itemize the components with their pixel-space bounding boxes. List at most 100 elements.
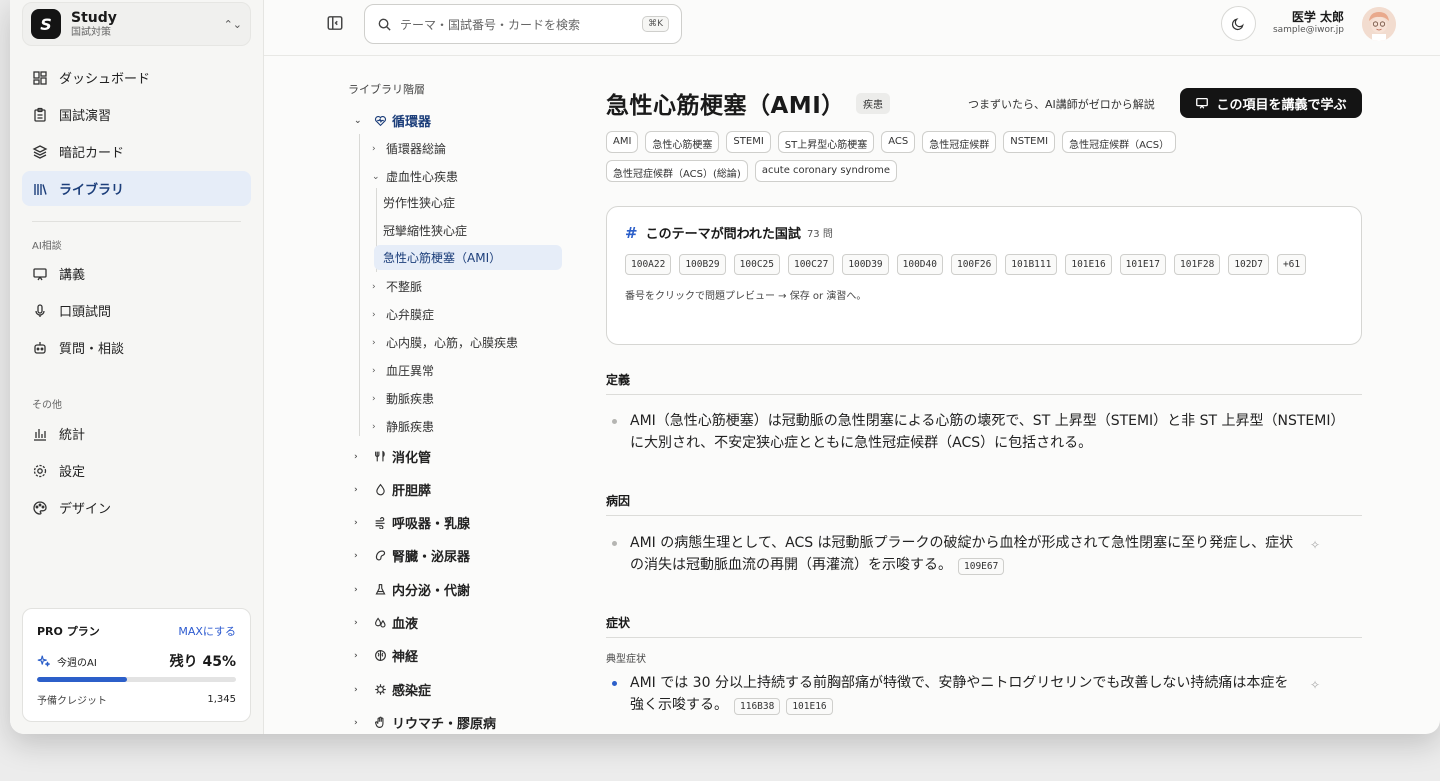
nav-stats[interactable]: 統計: [22, 416, 251, 451]
nav-exam-practice[interactable]: 国試演習: [22, 97, 251, 132]
credit-value: 1,345: [207, 694, 236, 705]
tree-category[interactable]: › 内分泌・代謝: [354, 580, 470, 599]
tree-item[interactable]: › 不整脈: [372, 278, 422, 295]
tree-item[interactable]: ⌄ 虚血性心疾患: [372, 168, 458, 185]
ai-usage-fill: [37, 677, 127, 682]
tag[interactable]: STEMI: [726, 131, 771, 153]
workspace-switcher[interactable]: S Study 国試対策 ⌃⌄: [22, 2, 251, 46]
nav-oral-exam[interactable]: 口頭試問: [22, 293, 251, 328]
nav-settings[interactable]: 設定: [22, 453, 251, 488]
avatar[interactable]: [1362, 7, 1396, 41]
presentation-icon: [32, 266, 48, 282]
tree-category-cardio[interactable]: ⌄ 循環器: [354, 111, 431, 130]
plan-title: PRO プラン: [37, 625, 100, 638]
tree-category[interactable]: › 神経: [354, 646, 418, 665]
toggle-sidebar-button[interactable]: [326, 14, 346, 34]
tree-item[interactable]: › 静脈疾患: [372, 418, 434, 435]
chevron-right-icon: ›: [354, 550, 358, 561]
exam-code[interactable]: 101F28: [1174, 254, 1221, 275]
exam-code[interactable]: 101E16: [1065, 254, 1112, 275]
tag[interactable]: 急性心筋梗塞: [645, 131, 720, 153]
exam-ref[interactable]: 116B38: [734, 698, 781, 715]
search-input[interactable]: テーマ・国試番号・カードを検索: [400, 16, 642, 33]
chevron-right-icon: ›: [354, 650, 358, 661]
sparkle-pin-icon[interactable]: ✧: [1310, 538, 1320, 552]
kidney-icon: [372, 549, 388, 562]
exam-code[interactable]: 100B29: [679, 254, 726, 275]
exam-code[interactable]: 100C27: [787, 254, 835, 275]
hash-icon: #: [625, 223, 638, 242]
tag[interactable]: 急性冠症候群: [922, 131, 997, 153]
exam-code[interactable]: 100A22: [625, 254, 672, 275]
tree-category[interactable]: › 呼吸器・乳腺: [354, 513, 470, 532]
exam-code[interactable]: 100D39: [842, 254, 889, 275]
bullet-dot: [612, 681, 617, 686]
user-info[interactable]: 医学 太郎 sample@iwor.jp: [1264, 8, 1344, 35]
tree-category[interactable]: › リウマチ・膠原病: [354, 713, 496, 732]
sparkle-pin-icon[interactable]: ✧: [1310, 678, 1320, 692]
theme-toggle-button[interactable]: [1221, 6, 1256, 41]
tree-category[interactable]: › 肝胆膵: [354, 480, 431, 499]
chevron-down-icon: ⌄: [372, 171, 380, 182]
nav-dashboard[interactable]: ダッシュボード: [22, 60, 251, 95]
exam-code[interactable]: 101B111: [1005, 254, 1058, 275]
exam-history-card: # このテーマが問われた国試 73 問 100A22 100B29 100C25…: [606, 206, 1362, 345]
nav-library[interactable]: ライブラリ: [22, 171, 251, 206]
exam-code[interactable]: 100C25: [733, 254, 780, 275]
chevron-updown-icon: ⌃⌄: [223, 17, 242, 31]
tree-item[interactable]: › 循環器総論: [372, 140, 446, 157]
search-icon: [378, 18, 391, 31]
exam-code-more[interactable]: +61: [1276, 254, 1307, 275]
chevron-right-icon: ›: [372, 309, 376, 320]
exam-code[interactable]: 101E17: [1119, 254, 1166, 275]
tree-item[interactable]: › 心内膜，心筋，心膜疾患: [372, 334, 518, 351]
tree-item[interactable]: › 血圧異常: [372, 362, 434, 379]
chevron-down-icon: ⌄: [354, 115, 362, 126]
learn-with-lecture-button[interactable]: この項目を講義で学ぶ: [1180, 88, 1362, 118]
clipboard-icon: [32, 107, 48, 123]
tree-category[interactable]: › 感染症: [354, 680, 431, 699]
search-shortcut: ⌘K: [642, 16, 669, 32]
tag[interactable]: ACS: [881, 131, 916, 153]
nav-lecture[interactable]: 講義: [22, 256, 251, 291]
tree-category[interactable]: › 消化管: [354, 447, 431, 466]
heart-pulse-icon: [372, 114, 388, 127]
bullet-dot: [612, 541, 617, 546]
nav-questions[interactable]: 質問・相談: [22, 330, 251, 365]
chevron-right-icon: ›: [372, 281, 376, 292]
tag[interactable]: AMI: [606, 131, 639, 153]
tree-leaf-active[interactable]: 急性心筋梗塞（AMI）: [374, 245, 562, 270]
exam-code[interactable]: 100D40: [896, 254, 943, 275]
tag[interactable]: 急性冠症候群（ACS）(総論): [606, 160, 748, 182]
tree-item[interactable]: › 動脈疾患: [372, 390, 434, 407]
tree-category[interactable]: › 腎臓・泌尿器: [354, 546, 470, 565]
tree-category[interactable]: › 血液: [354, 613, 418, 632]
tag[interactable]: ST上昇型心筋梗塞: [777, 131, 875, 153]
brain-icon: [372, 649, 388, 662]
exam-code[interactable]: 102D7: [1228, 254, 1269, 275]
chevron-right-icon: ›: [372, 421, 376, 432]
exam-ref[interactable]: 109E67: [958, 558, 1005, 575]
topbar: テーマ・国試番号・カードを検索 ⌘K 医学 太郎 sample@iwor.jp: [264, 0, 1440, 56]
search-box[interactable]: テーマ・国試番号・カードを検索 ⌘K: [364, 4, 682, 44]
tree-leaf[interactable]: 労作性狭心症: [381, 194, 457, 211]
avatar-illustration-icon: [1362, 7, 1396, 41]
section-heading-symptom: 症状: [606, 616, 631, 630]
section-divider: [606, 394, 1362, 395]
nav-design[interactable]: デザイン: [22, 490, 251, 525]
moon-icon: [1231, 18, 1244, 31]
tree-leaf[interactable]: 冠攣縮性狭心症: [381, 222, 469, 239]
tag[interactable]: 急性冠症候群（ACS）: [1062, 131, 1177, 153]
nav-flashcards[interactable]: 暗記カード: [22, 134, 251, 169]
tag[interactable]: acute coronary syndrome: [754, 160, 898, 182]
divider: [32, 221, 241, 222]
tag[interactable]: NSTEMI: [1003, 131, 1056, 153]
tree-item[interactable]: › 心弁膜症: [372, 306, 434, 323]
page-title: 急性心筋梗塞（AMI）: [606, 93, 845, 119]
exam-ref[interactable]: 101E16: [786, 698, 833, 715]
chevron-right-icon: ›: [372, 393, 376, 404]
upgrade-link[interactable]: MAXにする: [178, 623, 236, 639]
utensils-icon: [372, 450, 388, 463]
app-window: S Study 国試対策 ⌃⌄ ダッシュボード 国試演習 暗記カード ライブラリ…: [10, 0, 1440, 734]
exam-code[interactable]: 100F26: [950, 254, 998, 275]
